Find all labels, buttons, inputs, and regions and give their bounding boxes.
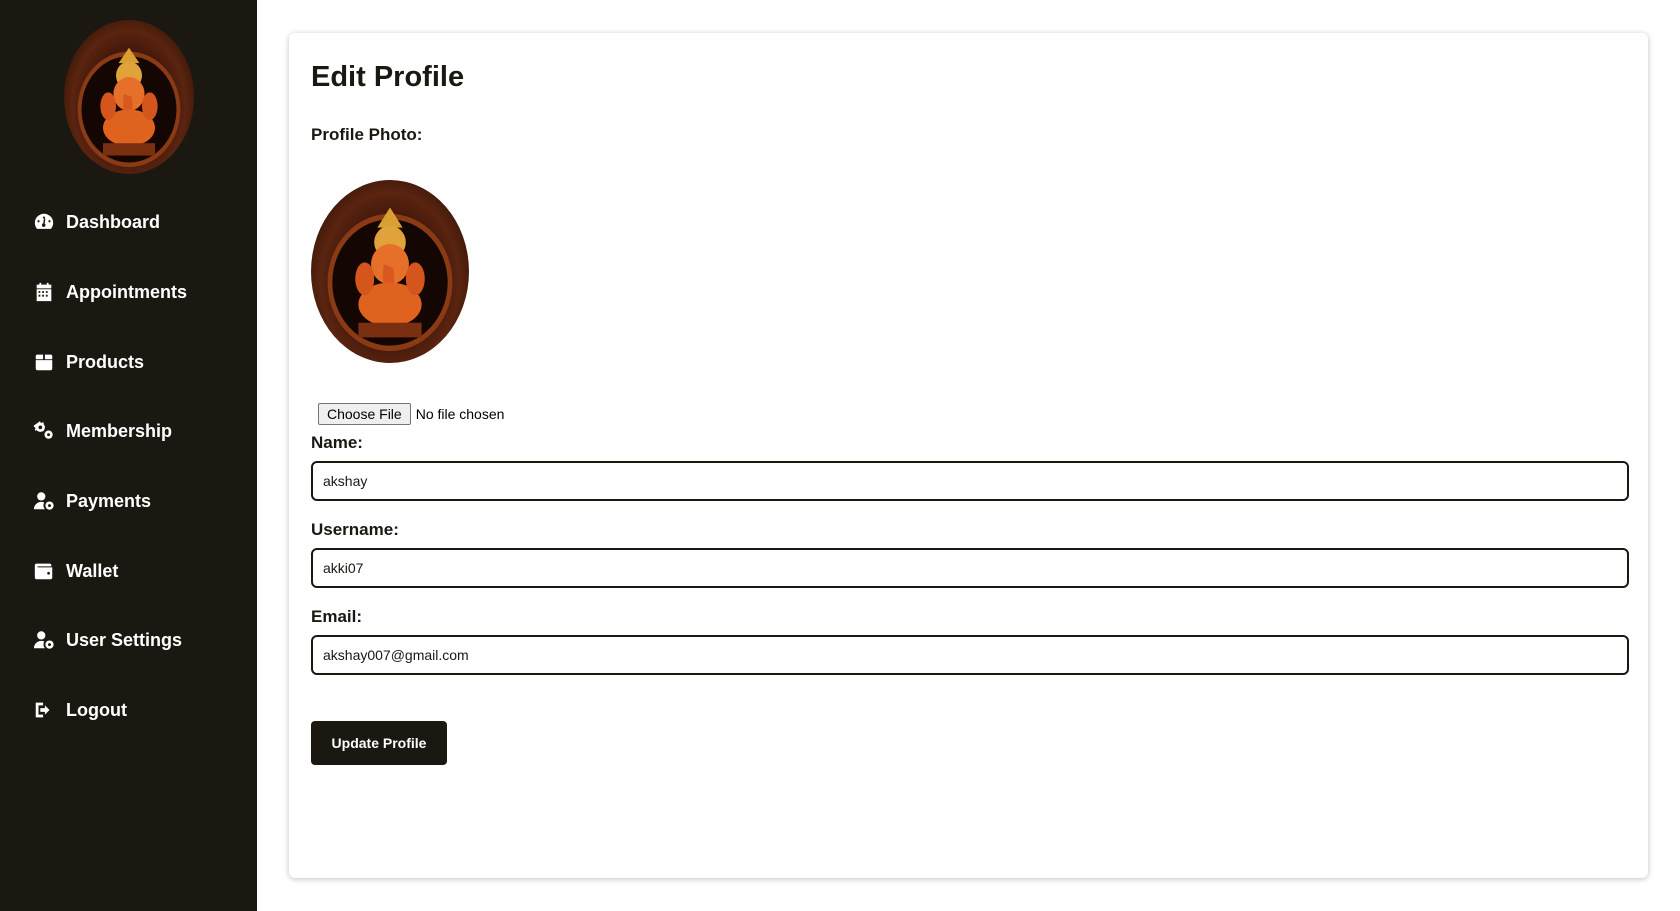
update-profile-button[interactable]: Update Profile <box>311 721 447 765</box>
sidebar-item-wallet[interactable]: Wallet <box>32 556 118 586</box>
sidebar-item-products[interactable]: Products <box>32 347 144 377</box>
username-input[interactable] <box>311 548 1629 588</box>
sidebar-item-label: Logout <box>66 699 127 720</box>
sidebar-item-user-settings[interactable]: User Settings <box>32 625 182 655</box>
sidebar-avatar <box>64 20 194 174</box>
email-input[interactable] <box>311 635 1629 675</box>
box-icon <box>32 350 56 374</box>
sidebar-item-label: Products <box>66 351 145 372</box>
dashboard-gauge-icon <box>32 210 56 234</box>
user-gear-icon <box>32 489 56 513</box>
sidebar-item-membership[interactable]: Membership <box>32 416 172 446</box>
profile-photo-label: Profile Photo: <box>311 125 423 144</box>
name-input[interactable] <box>311 461 1629 501</box>
deity-image-icon <box>327 207 453 352</box>
gears-icon <box>32 419 56 443</box>
sidebar: Dashboard Appointments Products Membersh… <box>0 0 257 911</box>
sidebar-item-label: Membership <box>66 420 173 441</box>
email-label: Email: <box>311 607 363 626</box>
sidebar-item-dashboard[interactable]: Dashboard <box>32 207 160 237</box>
wallet-icon <box>32 559 56 583</box>
logout-icon <box>32 698 56 722</box>
deity-image-icon <box>77 47 181 168</box>
page-title: Edit Profile <box>311 61 465 93</box>
sidebar-item-appointments[interactable]: Appointments <box>32 277 187 307</box>
user-gear-icon <box>32 628 56 652</box>
edit-profile-card: Edit Profile Profile Photo: Choose File … <box>289 33 1648 878</box>
sidebar-item-payments[interactable]: Payments <box>32 486 151 516</box>
sidebar-item-label: Payments <box>66 490 152 511</box>
file-upload: Choose File No file chosen <box>318 403 504 425</box>
sidebar-item-label: Wallet <box>66 560 119 581</box>
sidebar-item-label: Dashboard <box>66 211 161 232</box>
username-label: Username: <box>311 520 399 539</box>
calendar-icon <box>32 280 56 304</box>
file-status-text: No file chosen <box>415 406 505 422</box>
name-label: Name: <box>311 433 363 452</box>
choose-file-button[interactable]: Choose File <box>318 403 411 425</box>
sidebar-item-logout[interactable]: Logout <box>32 695 127 725</box>
sidebar-item-label: User Settings <box>66 629 183 650</box>
profile-photo <box>311 180 469 363</box>
sidebar-item-label: Appointments <box>66 281 187 302</box>
